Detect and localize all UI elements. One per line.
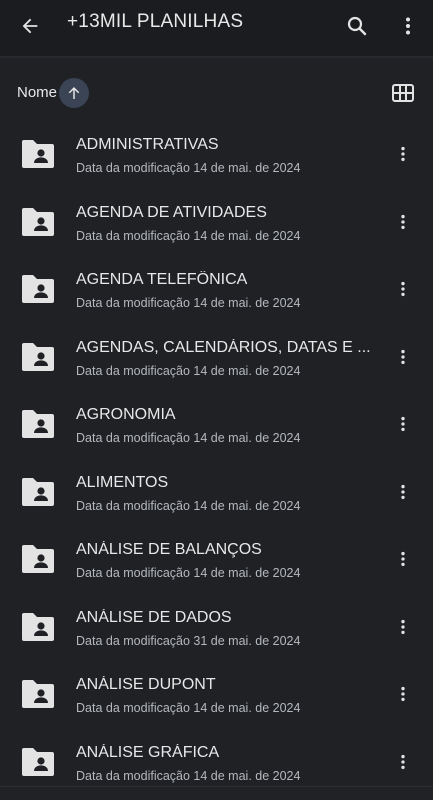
item-more-button[interactable] [392, 142, 414, 166]
item-name: AGENDAS, CALENDÁRIOS, DATAS E ... [76, 338, 371, 356]
item-modified-date: Data da modificação 14 de mai. de 2024 [76, 431, 301, 445]
top-app-bar: +13MIL PLANILHAS [0, 0, 433, 58]
item-name: ANÁLISE DUPONT [76, 676, 216, 693]
shared-folder-icon [22, 207, 54, 236]
file-list: ADMINISTRATIVAS Data da modificação 14 d… [0, 120, 433, 795]
search-button[interactable] [339, 8, 375, 44]
bottom-edge [0, 786, 433, 800]
grid-view-button[interactable] [390, 80, 416, 106]
item-more-button[interactable] [392, 547, 414, 571]
item-more-button[interactable] [392, 210, 414, 234]
item-modified-date: Data da modificação 14 de mai. de 2024 [76, 701, 301, 715]
item-modified-date: Data da modificação 14 de mai. de 2024 [76, 566, 301, 580]
more-vert-icon [401, 416, 405, 432]
shared-folder-icon [22, 747, 54, 776]
sort-label[interactable]: Nome [17, 84, 57, 101]
more-vert-icon [401, 281, 405, 297]
more-vert-icon [401, 146, 405, 162]
shared-folder-icon [22, 342, 54, 371]
list-item[interactable]: ANÁLISE DUPONT Data da modificação 14 de… [0, 660, 433, 728]
arrow-up-icon [68, 87, 80, 99]
grid-view-icon [392, 84, 414, 102]
more-vert-icon [401, 619, 405, 634]
search-icon [347, 16, 367, 36]
list-item[interactable]: ANÁLISE DE DADOS Data da modificação 31 … [0, 593, 433, 661]
item-name: ALIMENTOS [76, 473, 169, 491]
shared-folder-icon [22, 410, 54, 438]
shared-folder-icon [22, 275, 54, 303]
shared-folder-icon [22, 680, 54, 708]
list-item[interactable]: ALIMENTOS Data da modificação 14 de mai.… [0, 458, 433, 526]
more-vert-icon [401, 484, 405, 499]
list-item[interactable]: AGENDA DE ATIVIDADES Data da modificação… [0, 188, 433, 256]
shared-folder-icon [22, 140, 54, 168]
item-name: ANÁLISE DE DADOS [76, 608, 232, 626]
item-modified-date: Data da modificação 14 de mai. de 2024 [76, 296, 301, 310]
item-name: ADMINISTRATIVAS [76, 136, 219, 153]
item-name: AGENDA TELEFÔNICA [76, 271, 248, 288]
list-item[interactable]: ANÁLISE GRÁFICA Data da modificação 14 d… [0, 728, 433, 796]
page-title: +13MIL PLANILHAS [67, 11, 244, 32]
item-more-button[interactable] [392, 480, 414, 504]
more-vert-icon [401, 686, 405, 702]
item-modified-date: Data da modificação 31 de mai. de 2024 [76, 633, 301, 648]
item-name: AGENDA DE ATIVIDADES [76, 203, 267, 221]
item-name: AGRONOMIA [76, 406, 176, 423]
list-item[interactable]: ANÁLISE DE BALANÇOS Data da modificação … [0, 525, 433, 593]
item-more-button[interactable] [392, 750, 414, 774]
item-modified-date: Data da modificação 14 de mai. de 2024 [76, 768, 301, 783]
more-vert-icon [401, 754, 405, 769]
list-item[interactable]: AGENDA TELEFÔNICA Data da modificação 14… [0, 255, 433, 323]
more-vert-icon [401, 551, 405, 567]
item-modified-date: Data da modificação 14 de mai. de 2024 [76, 498, 301, 513]
item-more-button[interactable] [392, 345, 414, 369]
list-item[interactable]: AGENDAS, CALENDÁRIOS, DATAS E ... Data d… [0, 323, 433, 391]
more-options-button[interactable] [390, 8, 426, 44]
item-more-button[interactable] [392, 412, 414, 436]
more-vert-icon [401, 349, 405, 364]
item-modified-date: Data da modificação 14 de mai. de 2024 [76, 228, 301, 243]
arrow-left-icon [22, 18, 38, 34]
sort-direction-button[interactable] [59, 78, 89, 108]
item-more-button[interactable] [392, 682, 414, 706]
shared-folder-icon [22, 477, 54, 506]
item-more-button[interactable] [392, 615, 414, 639]
item-name: ANÁLISE GRÁFICA [76, 743, 220, 761]
item-more-button[interactable] [392, 277, 414, 301]
item-name: ANÁLISE DE BALANÇOS [76, 541, 262, 558]
shared-folder-icon [22, 545, 54, 573]
back-button[interactable] [12, 8, 48, 44]
shared-folder-icon [22, 612, 54, 641]
more-vert-icon [401, 214, 405, 229]
drive-folder-screen: +13MIL PLANILHAS Nome ADMINISTRATIVAS Da… [0, 0, 433, 800]
more-vert-icon [406, 17, 410, 35]
list-item[interactable]: ADMINISTRATIVAS Data da modificação 14 d… [0, 120, 433, 188]
item-modified-date: Data da modificação 14 de mai. de 2024 [76, 161, 301, 175]
list-item[interactable]: AGRONOMIA Data da modificação 14 de mai.… [0, 390, 433, 458]
item-modified-date: Data da modificação 14 de mai. de 2024 [76, 363, 301, 378]
sort-bar: Nome [0, 58, 433, 128]
